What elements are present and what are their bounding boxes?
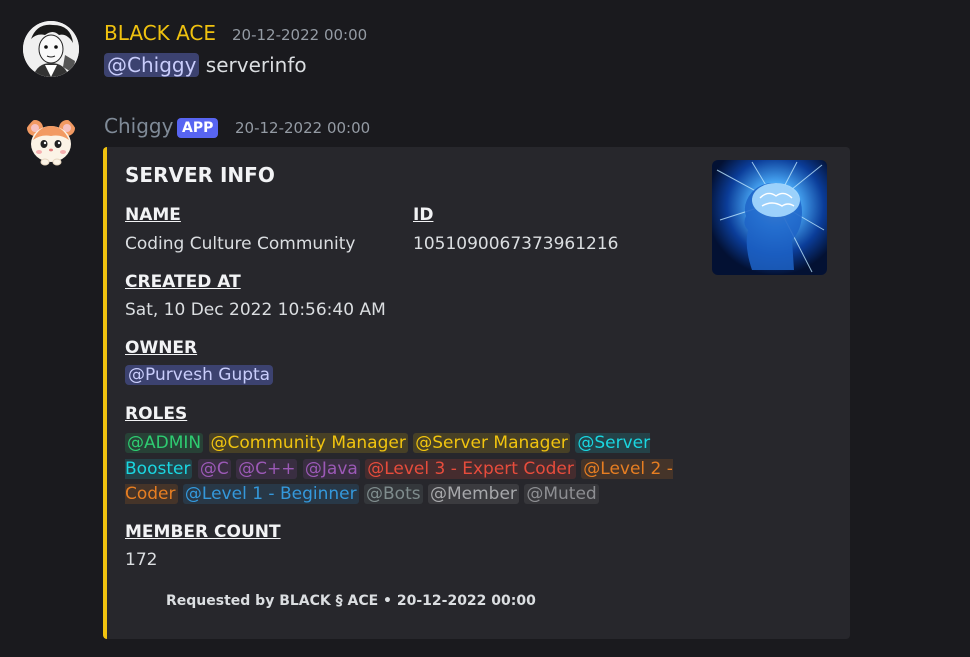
role-mention[interactable]: @Level 3 - Expert Coder xyxy=(365,458,576,479)
command-text: serverinfo xyxy=(205,53,307,77)
role-mention[interactable]: @Java xyxy=(302,458,360,479)
role-mention[interactable]: @C xyxy=(197,458,231,479)
role-mention[interactable]: @Member xyxy=(428,484,519,504)
user-mention[interactable]: @Chiggy xyxy=(104,53,200,77)
field-roles-label: ROLES xyxy=(125,404,188,424)
roles-list: @ADMIN @Community Manager @Server Manage… xyxy=(125,431,695,508)
username-black-ace[interactable]: BLACK ACE xyxy=(104,21,216,45)
role-mention[interactable]: @ADMIN xyxy=(125,433,204,453)
manga-avatar-icon xyxy=(23,21,79,77)
field-name-value: Coding Culture Community xyxy=(125,234,356,254)
role-mention[interactable]: @C++ xyxy=(236,458,298,479)
role-mention[interactable]: @Community Manager xyxy=(208,433,408,453)
role-mention[interactable]: @Level 1 - Beginner xyxy=(182,484,359,504)
brain-head-icon xyxy=(712,160,827,275)
role-mention[interactable]: @Server Manager xyxy=(413,433,570,453)
avatar-black-ace[interactable] xyxy=(23,21,79,77)
timestamp: 20-12-2022 00:00 xyxy=(232,26,368,44)
field-owner-label: OWNER xyxy=(125,338,198,358)
field-id-label: ID xyxy=(413,205,434,225)
field-member-count-value: 172 xyxy=(125,550,158,570)
message-content: @Chiggy serverinfo xyxy=(104,53,307,77)
field-created-value: Sat, 10 Dec 2022 10:56:40 AM xyxy=(125,300,386,320)
field-owner-value: @Purvesh Gupta xyxy=(125,365,274,385)
timestamp: 20-12-2022 00:00 xyxy=(235,119,371,137)
role-mention[interactable]: @Muted xyxy=(524,484,599,504)
username-chiggy[interactable]: Chiggy xyxy=(104,114,173,138)
owner-mention[interactable]: @Purvesh Gupta xyxy=(125,365,274,385)
server-info-embed: SERVER INFO NAME Coding Culture Communit… xyxy=(103,147,850,639)
field-member-count-label: MEMBER COUNT xyxy=(125,522,281,542)
field-name-label: NAME xyxy=(125,205,181,225)
embed-footer: Requested by BLACK § ACE • 20-12-2022 00… xyxy=(166,593,536,609)
role-mention[interactable]: @Bots xyxy=(364,484,423,504)
embed-title: SERVER INFO xyxy=(125,163,275,187)
field-created-label: CREATED AT xyxy=(125,272,241,292)
field-id-value: 1051090067373961216 xyxy=(413,234,619,254)
hamster-avatar-icon xyxy=(27,120,75,166)
avatar-chiggy[interactable] xyxy=(23,114,79,170)
embed-thumbnail[interactable] xyxy=(712,160,827,275)
app-badge: APP xyxy=(177,118,219,138)
